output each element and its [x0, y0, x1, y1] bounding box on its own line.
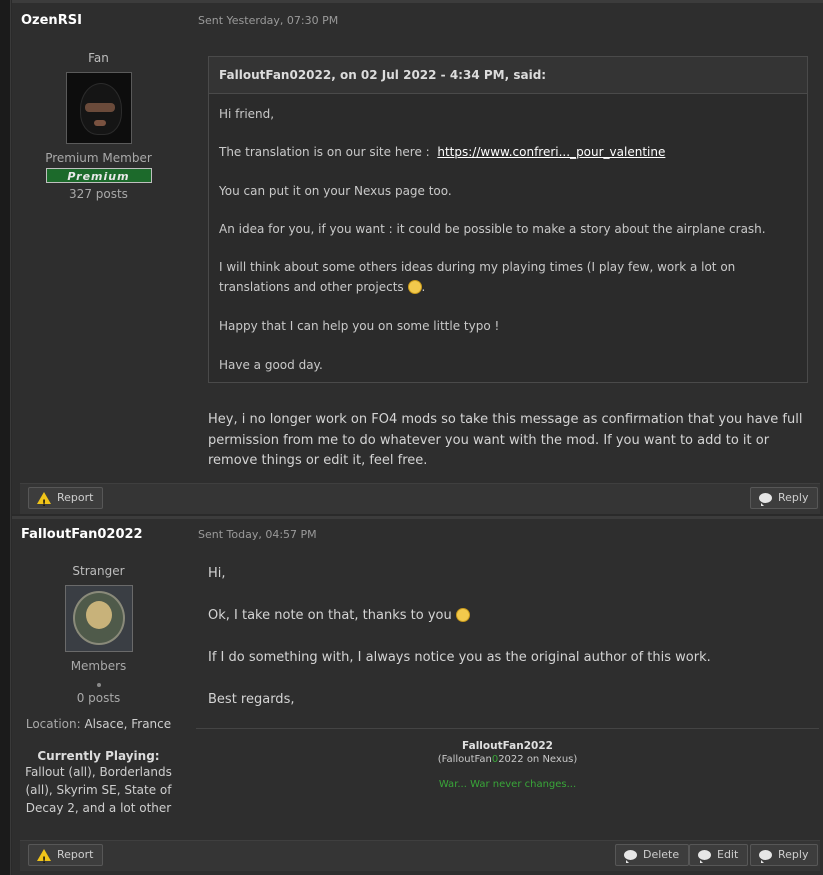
avatar[interactable] — [65, 72, 132, 144]
quote-text-end: . — [421, 280, 426, 294]
post-timestamp: Sent Yesterday, 07:30 PM — [198, 14, 339, 27]
reply-button[interactable]: Reply — [750, 844, 819, 866]
post-count: 0 posts — [76, 691, 121, 705]
report-button[interactable]: ! Report — [28, 844, 104, 866]
member-group: Members — [70, 659, 127, 673]
report-label: Report — [57, 848, 94, 861]
post-toolbar: ! Report Reply — [20, 483, 820, 514]
signature-motto: War... War never changes... — [438, 779, 577, 790]
rank-title: Fan — [88, 51, 109, 65]
premium-badge: Premium — [45, 168, 152, 183]
signature-sub-a: (FalloutFan — [437, 754, 492, 765]
post-timestamp: Sent Today, 04:57 PM — [198, 528, 317, 541]
warning-icon: ! — [37, 849, 51, 866]
signature-name: FalloutFan2022 — [462, 740, 553, 752]
post-body-text: Hi, — [208, 566, 226, 581]
quote-line: An idea for you, if you want : it could … — [219, 222, 766, 236]
edit-label: Edit — [717, 848, 739, 861]
post-divider — [12, 0, 823, 3]
currently-playing-value: Fallout (all), Borderlands (all), Skyrim… — [25, 765, 172, 815]
post-body-line: Ok, I take note on that, thanks to you — [208, 608, 452, 623]
quote-line: The translation is on our site here : ht… — [219, 142, 794, 162]
post-body-text: Hey, i no longer work on FO4 mods so tak… — [208, 412, 803, 468]
rank-pip-icon — [96, 683, 101, 687]
location: Location: Alsace, France — [20, 717, 177, 731]
post-body-text: If I do something with, I always notice … — [208, 650, 711, 665]
quote-header: FalloutFan02022, on 02 Jul 2022 - 4:34 P… — [209, 57, 807, 94]
post-body-text: Ok, I take note on that, thanks to you — [208, 606, 808, 627]
author-sidebar: Stranger Members 0 posts Location: Alsac… — [20, 564, 177, 817]
quote-line: Have a good day. — [219, 358, 323, 372]
speech-bubble-icon — [759, 850, 772, 863]
location-value: Alsace, France — [84, 717, 172, 731]
post-author[interactable]: OzenRSI — [21, 13, 82, 28]
post-toolbar: ! Report Delete Edit Reply — [20, 840, 820, 871]
reply-label: Reply — [778, 491, 809, 504]
signature-sub-c: 2022 on Nexus) — [498, 754, 578, 765]
reply-button[interactable]: Reply — [750, 487, 819, 509]
edit-button[interactable]: Edit — [689, 844, 749, 866]
post-author[interactable]: FalloutFan02022 — [21, 527, 143, 542]
author-sidebar: Fan Premium Member Premium 327 posts — [20, 51, 177, 201]
avatar[interactable] — [64, 585, 133, 652]
signature: FalloutFan2022 (FalloutFan02022 on Nexus… — [196, 740, 819, 790]
quote-line: You can put it on your Nexus page too. — [219, 184, 452, 198]
member-group: Premium Member — [45, 151, 152, 165]
wink-smiley-icon — [407, 279, 422, 294]
signature-sub: (FalloutFan02022 on Nexus) — [196, 754, 819, 765]
quote-line: Hi friend, — [219, 107, 275, 121]
report-button[interactable]: ! Report — [28, 487, 104, 509]
rank-title: Stranger — [72, 564, 125, 578]
post-divider — [12, 516, 823, 519]
quote-line: I will think about some others ideas dur… — [219, 257, 794, 297]
quote-block: FalloutFan02022, on 02 Jul 2022 - 4:34 P… — [208, 56, 808, 383]
post-count: 327 posts — [69, 187, 128, 201]
delete-label: Delete — [643, 848, 680, 861]
currently-playing-label: Currently Playing: — [37, 749, 160, 763]
signature-divider — [196, 728, 819, 729]
speech-bubble-icon — [624, 850, 637, 863]
message-post: FalloutFan02022 Sent Today, 04:57 PM Str… — [12, 516, 823, 875]
left-rail — [0, 0, 11, 875]
wink-smiley-icon — [455, 607, 470, 622]
delete-button[interactable]: Delete — [615, 844, 690, 866]
report-label: Report — [57, 491, 94, 504]
quote-line: Happy that I can help you on some little… — [219, 319, 500, 333]
quote-text: I will think about some others ideas dur… — [219, 260, 736, 294]
message-post: OzenRSI Sent Yesterday, 07:30 PM Fan Pre… — [12, 0, 823, 514]
post-body-text: Best regards, — [208, 692, 295, 707]
translation-link[interactable]: https://www.confreri..._pour_valentine — [437, 145, 665, 159]
reply-label: Reply — [778, 848, 809, 861]
speech-bubble-icon — [698, 850, 711, 863]
quote-text: The translation is on our site here : — [219, 145, 430, 159]
location-label: Location: — [25, 717, 81, 731]
warning-icon: ! — [37, 492, 51, 509]
speech-bubble-icon — [759, 493, 772, 506]
